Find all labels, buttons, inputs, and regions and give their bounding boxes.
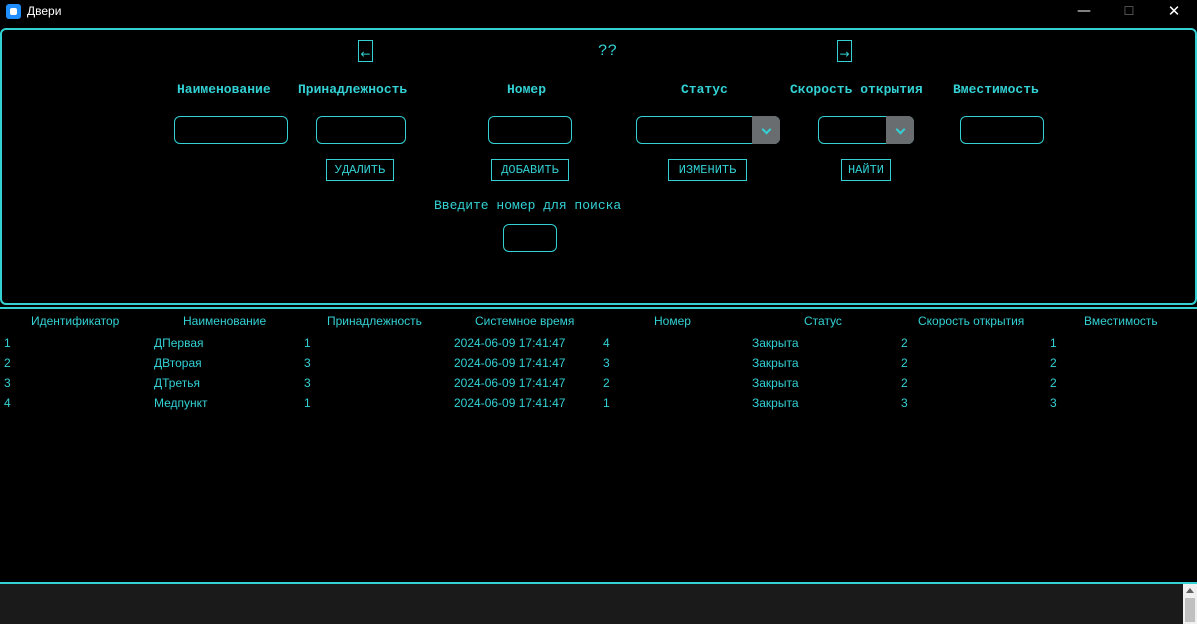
label-number: Номер <box>507 82 547 97</box>
cell-belonging: 3 <box>304 356 311 370</box>
capacity-field[interactable] <box>960 116 1044 144</box>
cell-capacity: 2 <box>1050 356 1057 370</box>
cell-id: 2 <box>4 356 11 370</box>
find-button[interactable]: НАЙТИ <box>841 159 891 181</box>
add-button[interactable]: ДОБАВИТЬ <box>491 159 569 181</box>
cell-id: 3 <box>4 376 11 390</box>
doors-table[interactable]: Идентификатор Наименование Принадлежност… <box>0 309 1197 582</box>
cell-capacity: 2 <box>1050 376 1057 390</box>
header-speed[interactable]: Скорость открытия <box>918 314 1024 328</box>
cell-name: Медпункт <box>154 396 208 410</box>
cell-speed: 3 <box>901 396 908 410</box>
cell-id: 1 <box>4 336 11 350</box>
search-label: Введите номер для поиска <box>434 198 622 213</box>
cell-system-time: 2024-06-09 17:41:47 <box>454 396 566 410</box>
header-system-time[interactable]: Системное время <box>475 314 574 328</box>
header-number[interactable]: Номер <box>654 314 691 328</box>
cell-number: 2 <box>603 376 610 390</box>
header-name[interactable]: Наименование <box>183 314 266 328</box>
status-combo[interactable] <box>636 116 780 144</box>
minimize-button[interactable]: — <box>1061 0 1107 24</box>
cell-number: 1 <box>603 396 610 410</box>
header-capacity[interactable]: Вместимость <box>1084 314 1158 328</box>
label-capacity: Вместимость <box>953 82 1039 97</box>
cell-number: 4 <box>603 336 610 350</box>
name-field[interactable] <box>174 116 288 144</box>
cell-belonging: 1 <box>304 396 311 410</box>
cell-speed: 2 <box>901 356 908 370</box>
next-page-button[interactable]: → <box>837 40 852 62</box>
cell-id: 4 <box>4 396 11 410</box>
prev-page-button[interactable]: ← <box>358 40 373 62</box>
search-input[interactable] <box>503 224 557 252</box>
cell-status: Закрыта <box>752 336 799 350</box>
cell-name: ДПервая <box>154 336 204 350</box>
cell-name: ДВторая <box>154 356 202 370</box>
label-status: Статус <box>681 82 728 97</box>
edit-button[interactable]: ИЗМЕНИТЬ <box>668 159 747 181</box>
close-button[interactable]: ✕ <box>1151 0 1197 24</box>
vertical-scrollbar[interactable] <box>1183 584 1197 624</box>
window-title: Двери <box>27 4 62 18</box>
cell-status: Закрыта <box>752 396 799 410</box>
label-belonging: Принадлежность <box>298 82 408 97</box>
cell-status: Закрыта <box>752 356 799 370</box>
maximize-button[interactable]: ☐ <box>1106 0 1152 24</box>
title-bar: Двери — ☐ ✕ <box>0 0 1197 24</box>
speed-combo[interactable] <box>818 116 914 144</box>
cell-belonging: 3 <box>304 376 311 390</box>
label-name: Наименование <box>177 82 271 97</box>
cell-number: 3 <box>603 356 610 370</box>
app-icon <box>6 4 21 19</box>
cell-speed: 2 <box>901 336 908 350</box>
chevron-down-icon[interactable] <box>886 116 914 144</box>
label-speed: Скорость открытия <box>790 82 923 97</box>
delete-button[interactable]: УДАЛИТЬ <box>326 159 394 181</box>
status-bar <box>0 584 1197 624</box>
number-field[interactable] <box>488 116 572 144</box>
cell-system-time: 2024-06-09 17:41:47 <box>454 336 566 350</box>
edit-panel <box>0 28 1197 305</box>
cell-capacity: 3 <box>1050 396 1057 410</box>
cell-capacity: 1 <box>1050 336 1057 350</box>
belonging-field[interactable] <box>316 116 406 144</box>
cell-system-time: 2024-06-09 17:41:47 <box>454 356 566 370</box>
cell-speed: 2 <box>901 376 908 390</box>
cell-system-time: 2024-06-09 17:41:47 <box>454 376 566 390</box>
header-id[interactable]: Идентификатор <box>31 314 119 328</box>
chevron-down-icon[interactable] <box>752 116 780 144</box>
page-indicator: ?? <box>598 42 618 60</box>
cell-status: Закрыта <box>752 376 799 390</box>
cell-name: ДТретья <box>154 376 200 390</box>
header-belonging[interactable]: Принадлежность <box>327 314 422 328</box>
cell-belonging: 1 <box>304 336 311 350</box>
header-status[interactable]: Статус <box>804 314 842 328</box>
